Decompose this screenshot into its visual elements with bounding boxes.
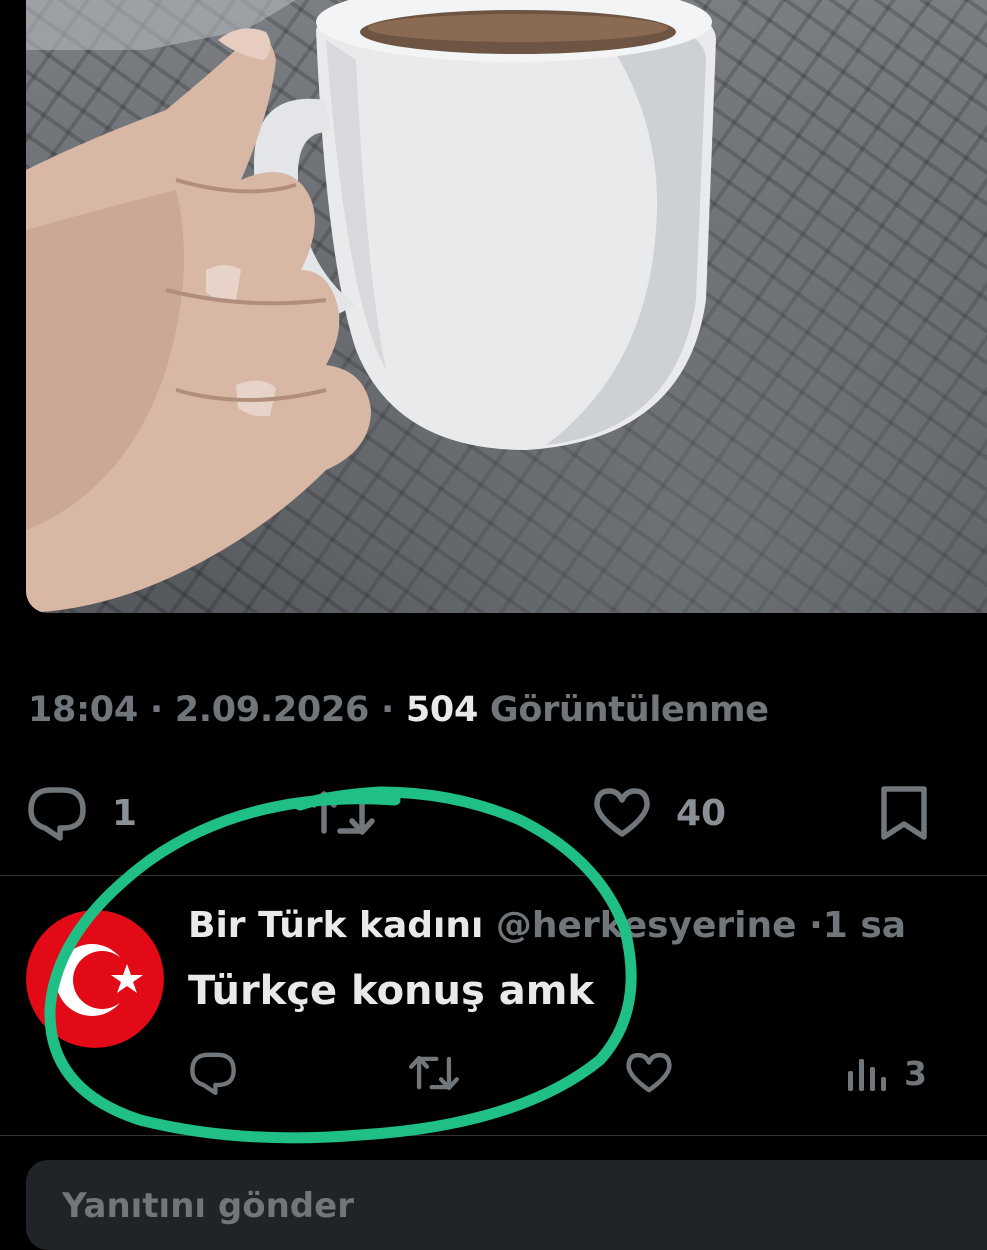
views-count: 504 [405,690,479,730]
divider [0,875,987,876]
reply-icon [28,787,86,841]
tweet-meta: 18:04 · 2.09.2026 · 504 Görüntülenme [28,690,769,730]
views-icon [848,1059,886,1091]
composer-placeholder: Yanıtını gönder [62,1186,354,1226]
reply-views-count: 3 [904,1053,927,1093]
reply-header: Bir Türk kadını @herkesyerine ·1 sa [188,905,906,946]
reply-views-button[interactable]: 3 [846,1045,927,1101]
reply-separator: · [809,905,823,946]
reply-like-button[interactable] [624,1045,674,1101]
tweet-date: 2.09.2026 [174,690,370,730]
like-button[interactable]: 40 [592,780,726,846]
like-count: 40 [676,792,727,834]
reply-icon [190,1052,236,1096]
reply-reply-button[interactable] [188,1045,238,1101]
retweet-icon [409,1055,459,1091]
reply-button[interactable]: 1 [26,780,137,846]
heart-icon [626,1052,672,1093]
bookmark-button[interactable] [878,780,930,846]
photo-illustration [26,0,716,613]
heart-icon [594,788,650,837]
reply-time[interactable]: 1 sa [823,905,906,946]
reply-text: Türkçe konuş amk [188,968,595,1014]
divider [0,1135,987,1136]
reply-display-name[interactable]: Bir Türk kadını [188,905,483,946]
meta-separator: · [149,690,163,730]
reply-handle[interactable]: @herkesyerine [496,905,797,946]
tweet-photo[interactable] [26,0,987,613]
views-label[interactable]: Görüntülenme [490,690,769,730]
meta-separator: · [380,690,394,730]
retweet-button[interactable] [310,780,376,846]
retweet-icon [311,791,375,835]
tweet-action-bar: 1 40 [0,780,987,846]
bookmark-icon [881,786,927,840]
reply-retweet-button[interactable] [408,1045,460,1101]
reply-count: 1 [112,792,138,834]
reply-avatar[interactable] [26,910,164,1048]
turkish-flag-icon [26,910,164,1048]
reply-composer[interactable]: Yanıtını gönder [26,1160,987,1250]
tweet-time: 18:04 [28,690,138,730]
